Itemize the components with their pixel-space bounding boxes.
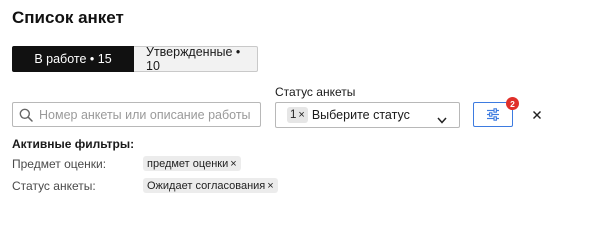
search-input[interactable] (39, 107, 259, 122)
active-filters-heading: Активные фильтры: (12, 137, 135, 151)
filter-count-badge: 2 (506, 97, 519, 110)
selected-count-chip: 1 × (287, 107, 308, 123)
search-box[interactable] (12, 102, 261, 127)
active-filter-label: Статус анкеты: (12, 178, 96, 193)
page-title: Список анкет (12, 8, 124, 27)
tab-in-progress[interactable]: В работе • 15 (12, 46, 134, 72)
status-select-placeholder: Выберите статус (311, 108, 410, 122)
active-filter-chip: Ожидает согласования × (143, 178, 278, 193)
active-filter-value: Ожидает согласования (147, 179, 266, 192)
selected-count: 1 (290, 109, 297, 121)
remove-filter-button[interactable]: × (267, 180, 273, 192)
status-select[interactable]: 1 × Выберите статус (275, 102, 460, 128)
active-filter-row: Статус анкеты: Ожидает согласования × (12, 178, 278, 193)
sliders-icon (486, 108, 500, 121)
tab-bar: В работе • 15 Утвержденные • 10 (12, 45, 258, 73)
search-icon (19, 108, 33, 122)
remove-filter-button[interactable]: × (230, 158, 236, 170)
active-filter-value: предмет оценки (147, 157, 229, 170)
clear-selection-button[interactable]: × (298, 109, 304, 121)
active-filter-row: Предмет оценки: предмет оценки × (12, 156, 241, 171)
active-filter-label: Предмет оценки: (12, 156, 107, 171)
active-filter-chip: предмет оценки × (143, 156, 241, 171)
tab-approved[interactable]: Утвержденные • 10 (134, 45, 258, 73)
status-filter-label: Статус анкеты (275, 85, 356, 99)
chevron-down-icon (437, 111, 447, 129)
close-icon[interactable] (531, 108, 543, 120)
page: Список анкет В работе • 15 Утвержденные … (0, 0, 600, 201)
